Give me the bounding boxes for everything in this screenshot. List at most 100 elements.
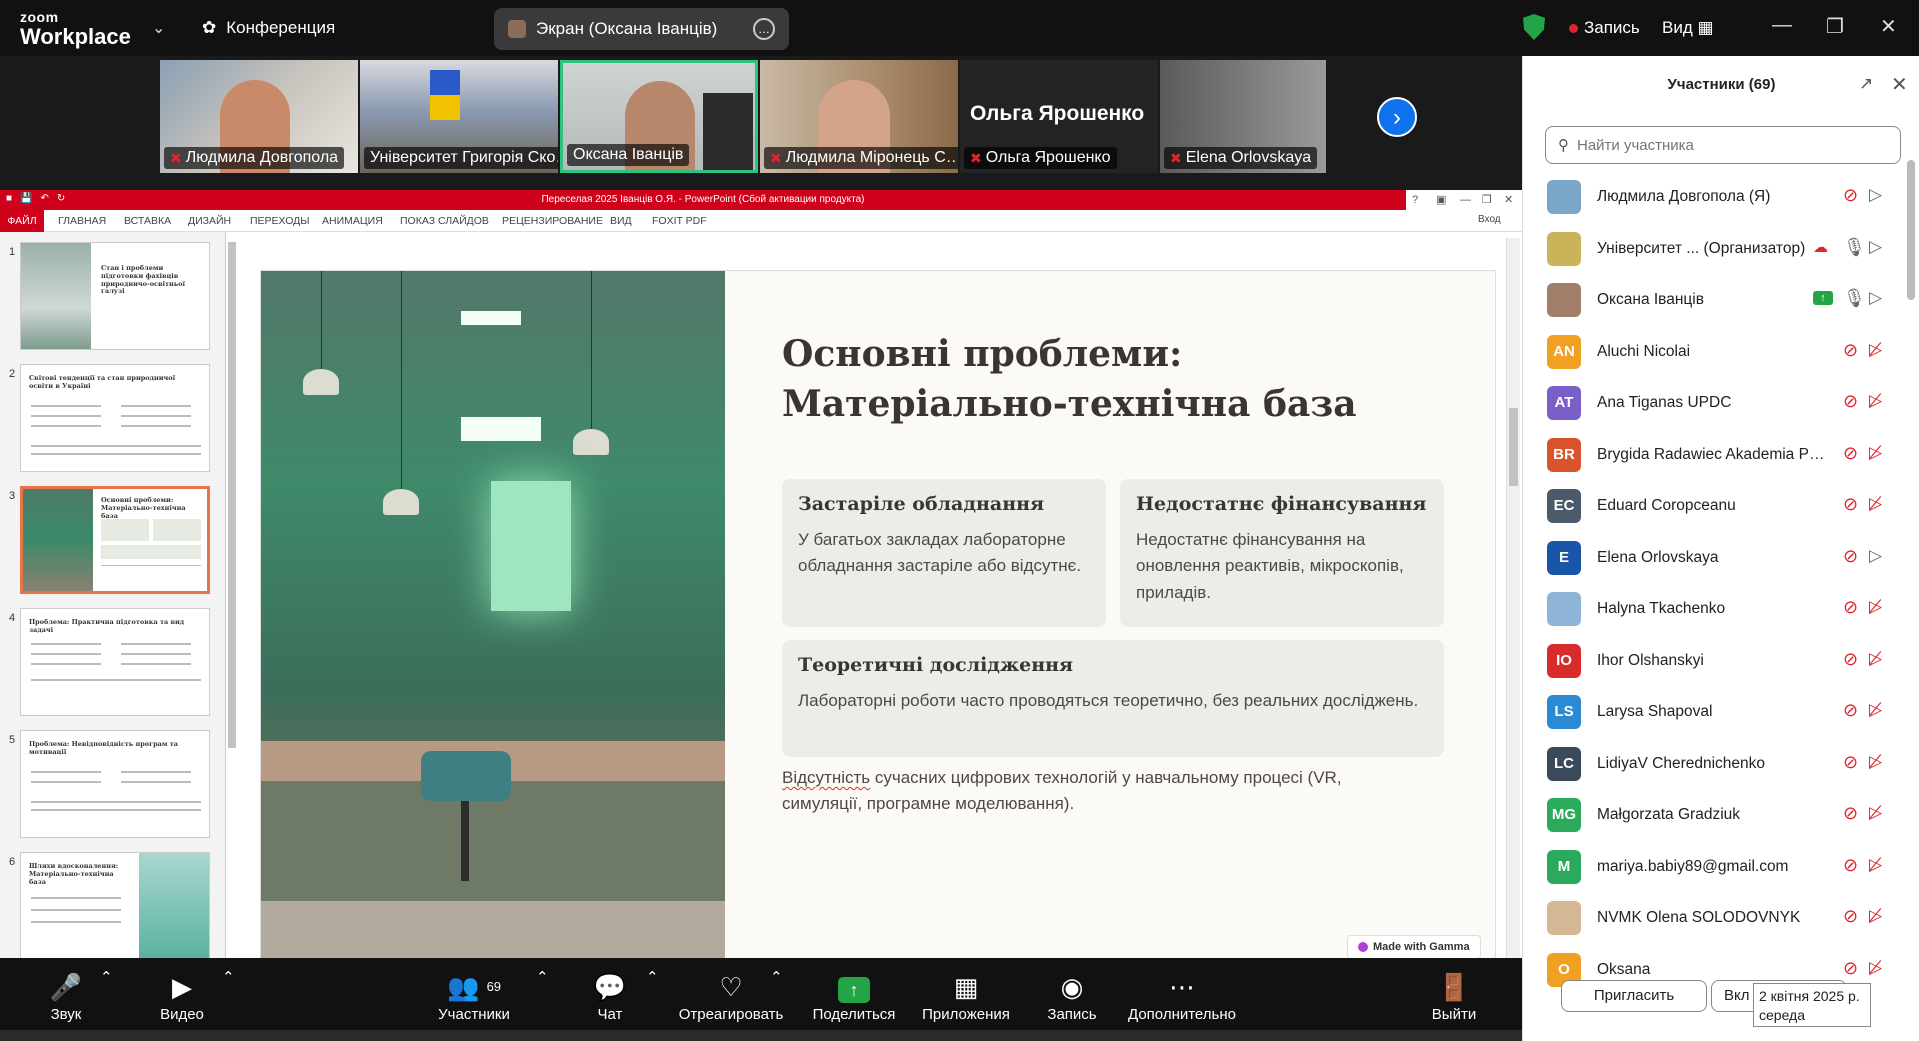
participant-row[interactable]: LC LidiyaV Cherednichenko ⊘ ▷̸ <box>1523 739 1903 790</box>
popout-icon[interactable]: ↗ <box>1859 74 1873 94</box>
camera-off-icon[interactable]: ▷̸ <box>1869 752 1882 772</box>
participant-row[interactable]: Mmariya.babiy89@gmail.com ⊘ ▷̸ <box>1523 842 1903 893</box>
undo-icon[interactable]: ↶ <box>41 193 49 204</box>
chevron-down-icon[interactable]: ⌄ <box>152 18 165 38</box>
mic-muted-icon[interactable]: ⊘ <box>1843 546 1858 567</box>
participants-options-caret[interactable]: ⌃ <box>536 968 549 986</box>
screen-share-pill[interactable]: Экран (Оксана Іванців) … <box>494 8 789 50</box>
video-tile[interactable]: Університет Григорія Ско… <box>360 60 558 173</box>
video-tile[interactable]: ✖ Людмила Міронець С… <box>760 60 958 173</box>
camera-off-icon[interactable]: ▷̸ <box>1869 340 1882 360</box>
camera-icon[interactable]: ▷ <box>1869 185 1882 205</box>
ribbon-display-icon[interactable]: ▣ <box>1436 190 1446 210</box>
camera-off-icon[interactable]: ▷̸ <box>1869 597 1882 617</box>
participant-row[interactable]: MG Małgorzata Gradziuk ⊘ ▷̸ <box>1523 790 1903 841</box>
mic-muted-icon[interactable]: ⊘ <box>1843 855 1858 876</box>
camera-off-icon[interactable]: ▷̸ <box>1869 649 1882 669</box>
made-with-gamma-badge[interactable]: Made with Gamma <box>1347 935 1481 958</box>
video-tile[interactable]: ✖ Elena Orlovskaya <box>1160 60 1326 173</box>
restore-icon[interactable]: ❐ <box>1826 14 1844 39</box>
slide-thumbnail-selected[interactable]: Основні проблеми: Матеріально-технічна б… <box>20 486 210 594</box>
slide-scrollbar[interactable] <box>1506 238 1520 958</box>
camera-off-icon[interactable]: ▷̸ <box>1869 906 1882 926</box>
close-icon[interactable]: ✕ <box>1891 72 1908 97</box>
meeting-info-button[interactable]: ✿ Конференция <box>202 18 335 38</box>
participant-row[interactable]: LS Larysa Shapoval ⊘ ▷̸ <box>1523 687 1903 738</box>
video-options-caret[interactable]: ⌃ <box>222 968 235 986</box>
login-link[interactable]: Вход <box>1478 214 1501 225</box>
camera-off-icon[interactable]: ▷̸ <box>1869 494 1882 514</box>
view-button[interactable]: Вид ▦ <box>1662 18 1714 38</box>
tab-design[interactable]: ДИЗАЙН <box>188 215 231 227</box>
camera-off-icon[interactable]: ▷̸ <box>1869 700 1882 720</box>
mic-muted-icon[interactable]: ⊘ <box>1843 958 1858 979</box>
camera-icon[interactable]: ▷ <box>1869 237 1882 257</box>
tab-review[interactable]: РЕЦЕНЗИРОВАНИЕ <box>502 215 603 227</box>
record-indicator[interactable]: Запись <box>1569 18 1640 38</box>
participant-search[interactable]: ⚲ <box>1545 126 1901 164</box>
ppt-minimize-icon[interactable]: — <box>1460 190 1471 210</box>
tab-transitions[interactable]: ПЕРЕХОДЫ <box>250 215 310 227</box>
ppt-restore-icon[interactable]: ❐ <box>1482 190 1492 210</box>
tab-home[interactable]: ГЛАВНАЯ <box>58 215 106 227</box>
more-button[interactable]: ⋯ Дополнительно <box>1124 968 1240 1023</box>
audio-button[interactable]: 🎤 Звук <box>34 968 98 1023</box>
tab-file[interactable]: ФАЙЛ <box>0 210 44 232</box>
scroll-thumb[interactable] <box>1509 408 1518 486</box>
participant-row[interactable]: AN Aluchi Nicolai ⊘ ▷̸ <box>1523 327 1903 378</box>
save-icon[interactable]: 💾 <box>20 193 32 204</box>
participant-row[interactable]: BR Brygida Radawiec Akademia Po... ⊘ ▷̸ <box>1523 430 1903 481</box>
slide-thumbnail[interactable]: Шляхи вдосконалення: Матеріально-технічн… <box>20 852 210 958</box>
mic-muted-icon[interactable]: ⊘ <box>1843 340 1858 361</box>
mic-muted-icon[interactable]: ⊘ <box>1843 443 1858 464</box>
mic-icon[interactable]: 🎙 <box>1843 288 1866 309</box>
participant-row[interactable]: E Elena Orlovskaya ⊘ ▷ <box>1523 533 1903 584</box>
redo-icon[interactable]: ↻ <box>57 193 65 204</box>
camera-icon[interactable]: ▷ <box>1869 546 1882 566</box>
participant-row[interactable]: Людмила Довгопола (Я) ⊘ ▷ <box>1523 172 1903 223</box>
minimize-icon[interactable]: — <box>1772 14 1792 37</box>
mic-muted-icon[interactable]: ⊘ <box>1843 803 1858 824</box>
video-tile[interactable]: Ольга Ярошенко ✖ Ольга Ярошенко <box>960 60 1158 173</box>
apps-button[interactable]: ▦ Приложения <box>918 968 1014 1023</box>
react-options-caret[interactable]: ⌃ <box>770 968 783 986</box>
video-tile[interactable]: ✖ Людмила Довгопола <box>160 60 358 173</box>
mic-muted-icon[interactable]: ⊘ <box>1843 906 1858 927</box>
slide-thumbnail[interactable]: Світові тенденції та стан природничої ос… <box>20 364 210 472</box>
camera-off-icon[interactable]: ▷̸ <box>1869 855 1882 875</box>
next-page-arrow-icon[interactable]: › <box>1377 97 1417 137</box>
mic-muted-icon[interactable]: ⊘ <box>1843 700 1858 721</box>
slide-thumbnail[interactable]: Стан і проблеми підготовки фахівців прир… <box>20 242 210 350</box>
camera-off-icon[interactable]: ▷̸ <box>1869 443 1882 463</box>
slide-thumbnail[interactable]: Проблема: Практична підготовка та вид за… <box>20 608 210 716</box>
close-icon[interactable]: ✕ <box>1880 14 1897 39</box>
participant-row[interactable]: AT Ana Tiganas UPDC ⊘ ▷̸ <box>1523 378 1903 429</box>
tab-foxit-pdf[interactable]: FOXIT PDF <box>652 215 707 227</box>
help-icon[interactable]: ? <box>1412 190 1418 210</box>
participant-row[interactable]: Університет ... (Организатор) ☁ 🎙 ▷ <box>1523 224 1903 275</box>
thumbnails-scrollbar[interactable] <box>228 242 236 748</box>
mic-muted-icon[interactable]: ⊘ <box>1843 752 1858 773</box>
tab-view[interactable]: ВИД <box>610 215 632 227</box>
panel-scrollbar[interactable] <box>1907 160 1915 300</box>
tab-slideshow[interactable]: ПОКАЗ СЛАЙДОВ <box>400 215 489 227</box>
audio-options-caret[interactable]: ⌃ <box>100 968 113 986</box>
ppt-close-icon[interactable]: ✕ <box>1504 190 1513 210</box>
participant-row[interactable]: NVMK Olena SOLODOVNYK ⊘ ▷̸ <box>1523 893 1903 944</box>
security-shield-icon[interactable] <box>1523 14 1545 40</box>
camera-off-icon[interactable]: ▷̸ <box>1869 803 1882 823</box>
mic-icon[interactable]: 🎙 <box>1843 237 1866 258</box>
invite-button[interactable]: Пригласить <box>1561 980 1707 1012</box>
slide-thumbnail[interactable]: Проблема: Невідповідність програм та мот… <box>20 730 210 838</box>
participant-row[interactable]: Halyna Tkachenko ⊘ ▷̸ <box>1523 584 1903 635</box>
record-button[interactable]: ◉ Запись <box>1040 968 1104 1023</box>
video-button[interactable]: ▶ Видео <box>150 968 214 1023</box>
mic-muted-icon[interactable]: ⊘ <box>1843 494 1858 515</box>
participant-row[interactable]: Оксана Іванців ↑ 🎙 ▷ <box>1523 275 1903 326</box>
leave-button[interactable]: 🚪 Выйти <box>1426 968 1482 1023</box>
camera-off-icon[interactable]: ▷̸ <box>1869 391 1882 411</box>
mic-muted-icon[interactable]: ⊘ <box>1843 649 1858 670</box>
mic-muted-icon[interactable]: ⊘ <box>1843 185 1858 206</box>
participant-row[interactable]: EC Eduard Coropceanu ⊘ ▷̸ <box>1523 481 1903 532</box>
mic-muted-icon[interactable]: ⊘ <box>1843 391 1858 412</box>
